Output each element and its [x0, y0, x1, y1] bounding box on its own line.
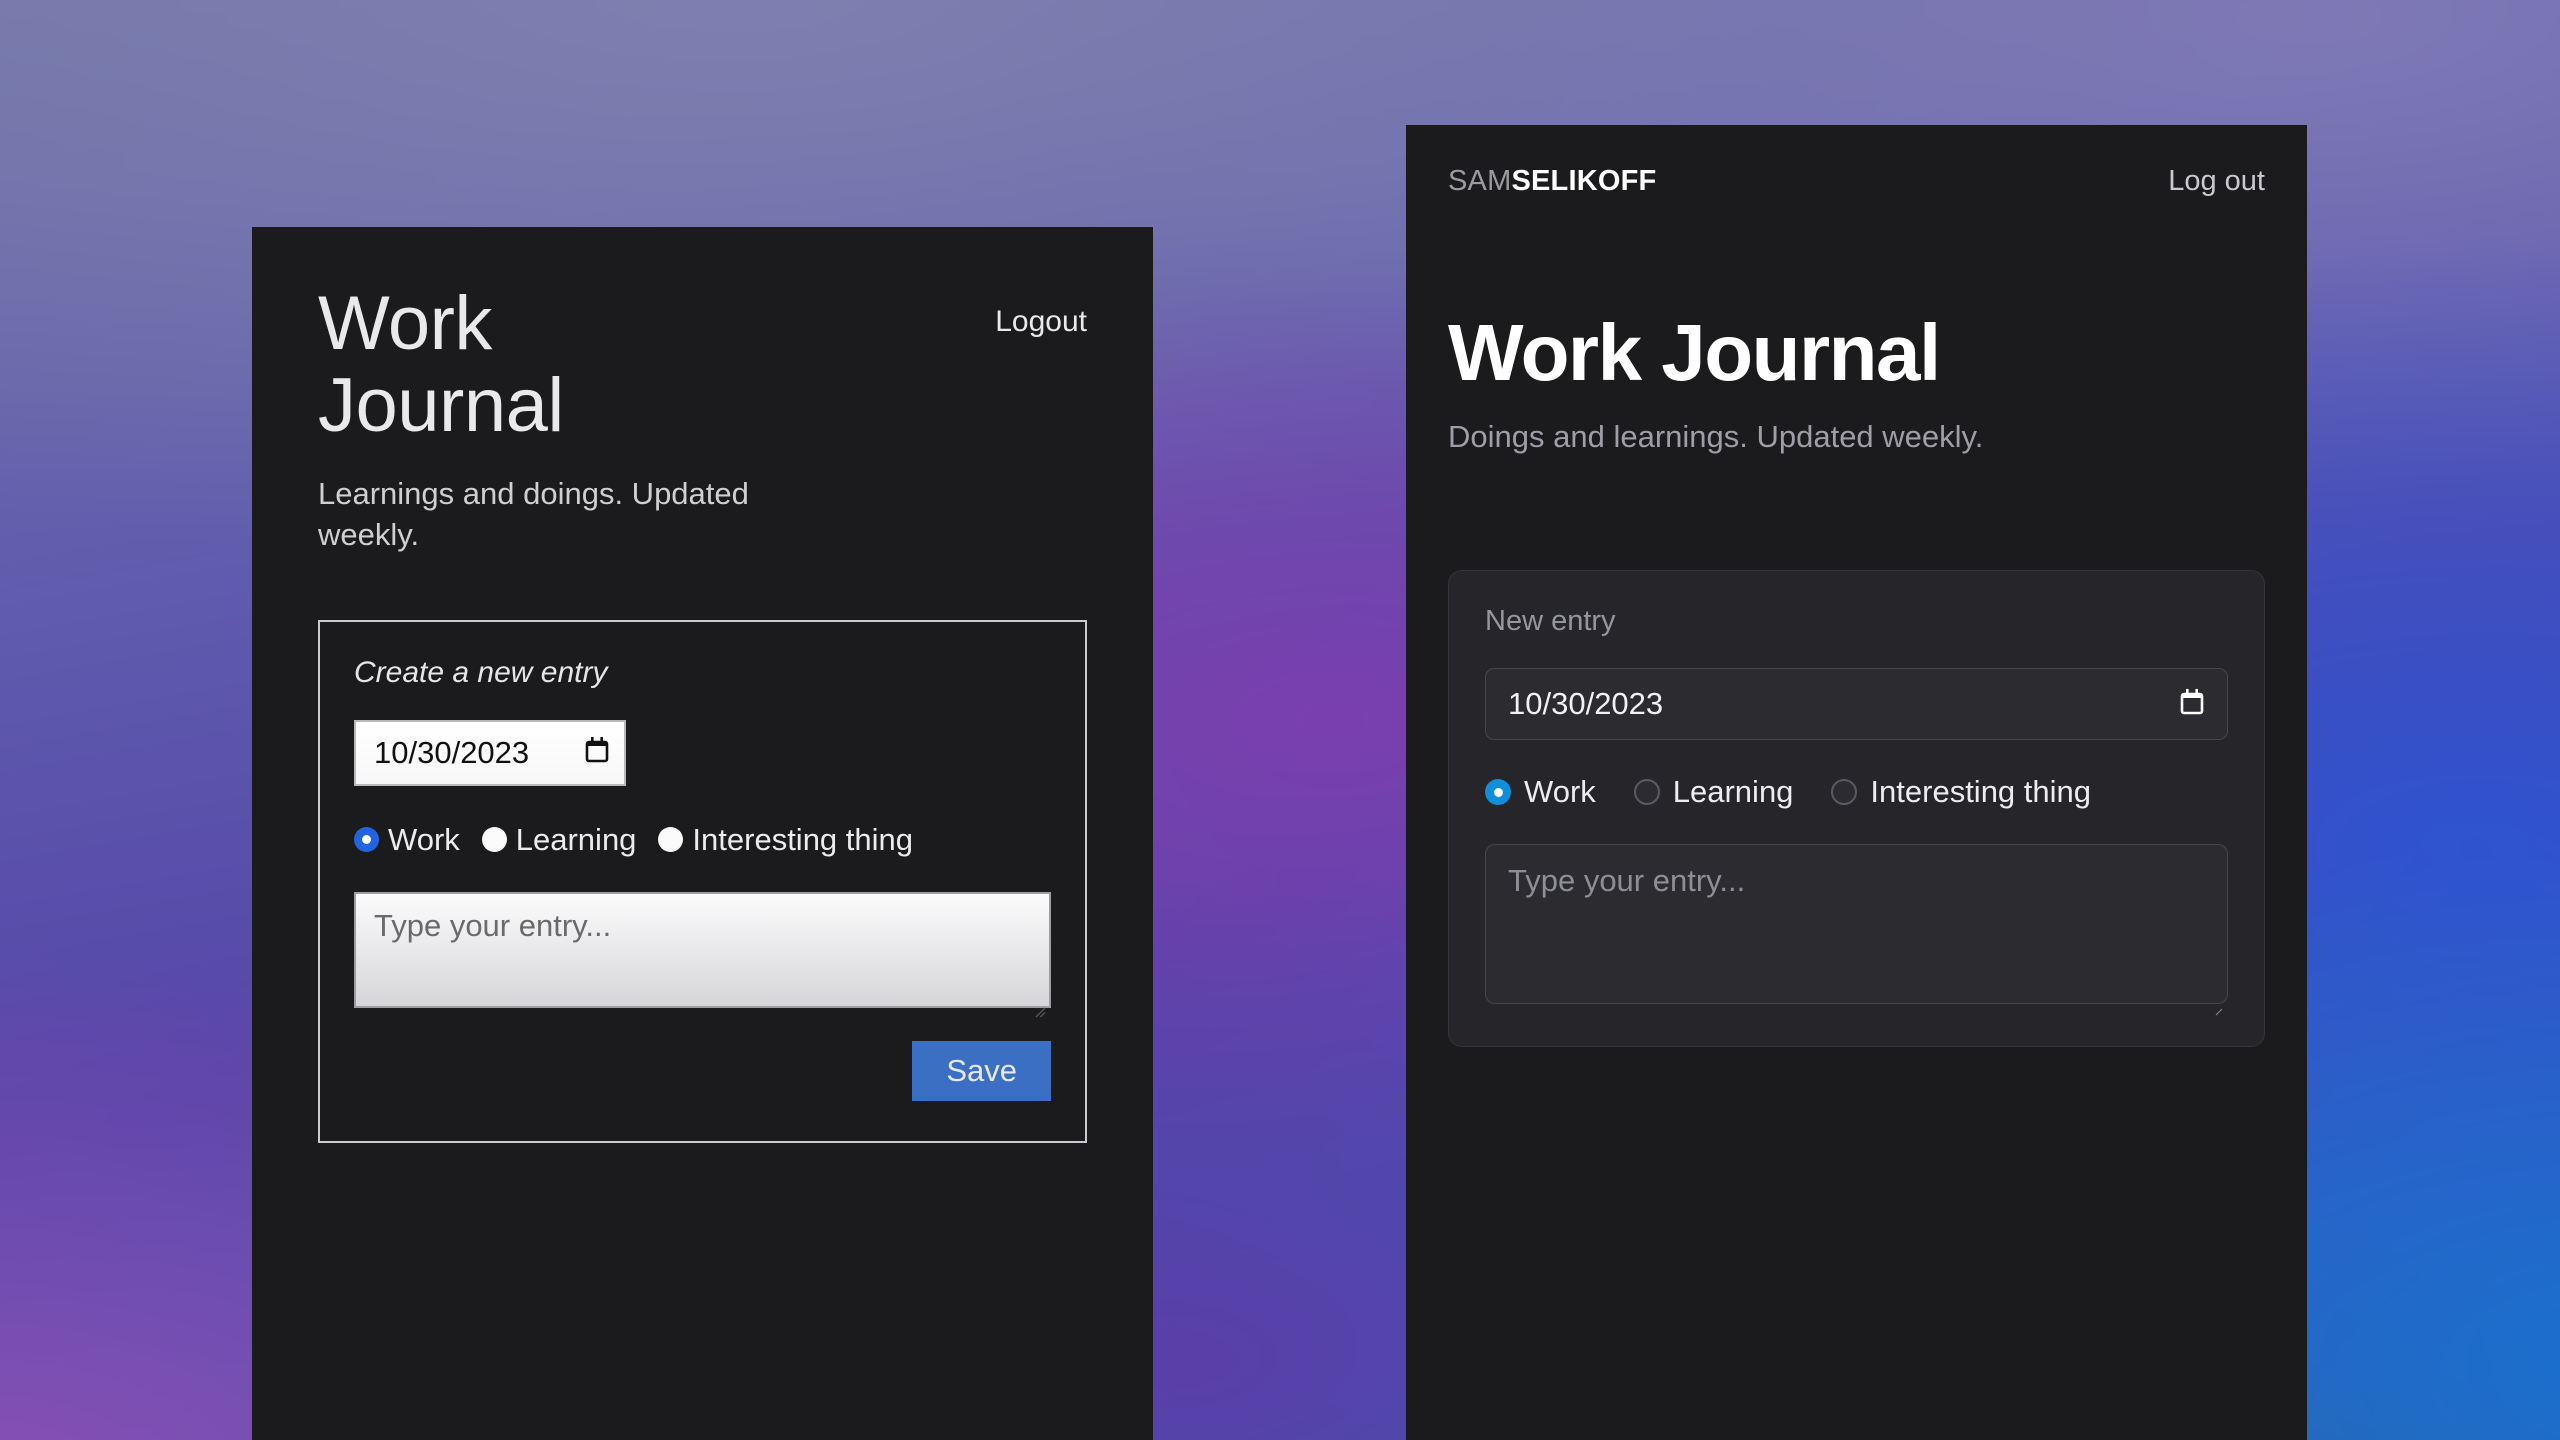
calendar-icon[interactable] — [584, 736, 610, 769]
calendar-icon[interactable] — [2179, 688, 2205, 721]
new-entry-form: New entry 10/30/2023 Work — [1448, 570, 2265, 1047]
brand-logo[interactable]: SAMSELIKOFF — [1448, 165, 1656, 198]
logout-link[interactable]: Log out — [2168, 165, 2265, 198]
save-button[interactable]: Save — [912, 1041, 1051, 1101]
entry-type-radio-group: Work Learning Interesting thing — [1485, 774, 2228, 810]
entry-type-radio-group: Work Learning Interesting thing — [354, 816, 1051, 864]
radio-label: Learning — [516, 816, 637, 864]
date-value: 10/30/2023 — [374, 735, 529, 771]
radio-indicator[interactable] — [1831, 779, 1857, 805]
radio-label: Work — [388, 816, 460, 864]
radio-label: Interesting thing — [1870, 774, 2091, 810]
page-title: Work Journal — [318, 283, 748, 447]
unstyled-journal-panel: Work Journal Logout Learnings and doings… — [252, 227, 1153, 1440]
radio-option-interesting-thing[interactable]: Interesting thing — [658, 816, 913, 864]
radio-option-interesting-thing[interactable]: Interesting thing — [1831, 774, 2091, 810]
entry-placeholder: Type your entry... — [374, 908, 611, 943]
unstyled-header: Work Journal Logout — [318, 283, 1087, 447]
date-input[interactable]: 10/30/2023 — [354, 720, 626, 786]
radio-option-learning[interactable]: Learning — [1634, 774, 1794, 810]
radio-option-work[interactable]: Work — [354, 816, 460, 864]
radio-option-work[interactable]: Work — [1485, 774, 1596, 810]
brand-last-name: SELIKOFF — [1511, 165, 1656, 197]
form-actions: Save — [354, 1041, 1051, 1101]
radio-indicator[interactable] — [1634, 779, 1660, 805]
entry-textarea[interactable]: Type your entry... — [1485, 844, 2228, 1004]
radio-indicator[interactable] — [482, 827, 507, 852]
radio-label: Interesting thing — [692, 816, 913, 864]
page-subtitle: Doings and learnings. Updated weekly. — [1448, 419, 2265, 455]
radio-indicator[interactable] — [658, 827, 683, 852]
form-label: New entry — [1485, 605, 2228, 638]
new-entry-form: Create a new entry 10/30/2023 Wo — [318, 620, 1087, 1143]
radio-label: Learning — [1673, 774, 1794, 810]
date-value: 10/30/2023 — [1508, 686, 1663, 722]
page-title: Work Journal — [1448, 313, 2265, 393]
radio-option-learning[interactable]: Learning — [482, 816, 637, 864]
date-input[interactable]: 10/30/2023 — [1485, 668, 2228, 740]
entry-textarea[interactable]: Type your entry... — [354, 892, 1051, 1008]
form-legend: Create a new entry — [354, 656, 1051, 690]
styled-journal-panel: SAMSELIKOFF Log out Work Journal Doings … — [1406, 125, 2307, 1440]
radio-label: Work — [1524, 774, 1596, 810]
styled-topbar: SAMSELIKOFF Log out — [1448, 165, 2265, 198]
radio-indicator-selected[interactable] — [354, 827, 379, 852]
page-subtitle: Learnings and doings. Updated weekly. — [318, 473, 788, 555]
hero-section: Work Journal Doings and learnings. Updat… — [1448, 313, 2265, 455]
resize-handle-icon[interactable] — [1032, 990, 1046, 1004]
resize-handle-icon[interactable] — [2211, 988, 2223, 1000]
entry-placeholder: Type your entry... — [1508, 863, 1745, 898]
brand-first-name: SAM — [1448, 165, 1511, 197]
radio-indicator-selected[interactable] — [1485, 779, 1511, 805]
logout-link[interactable]: Logout — [995, 305, 1087, 339]
